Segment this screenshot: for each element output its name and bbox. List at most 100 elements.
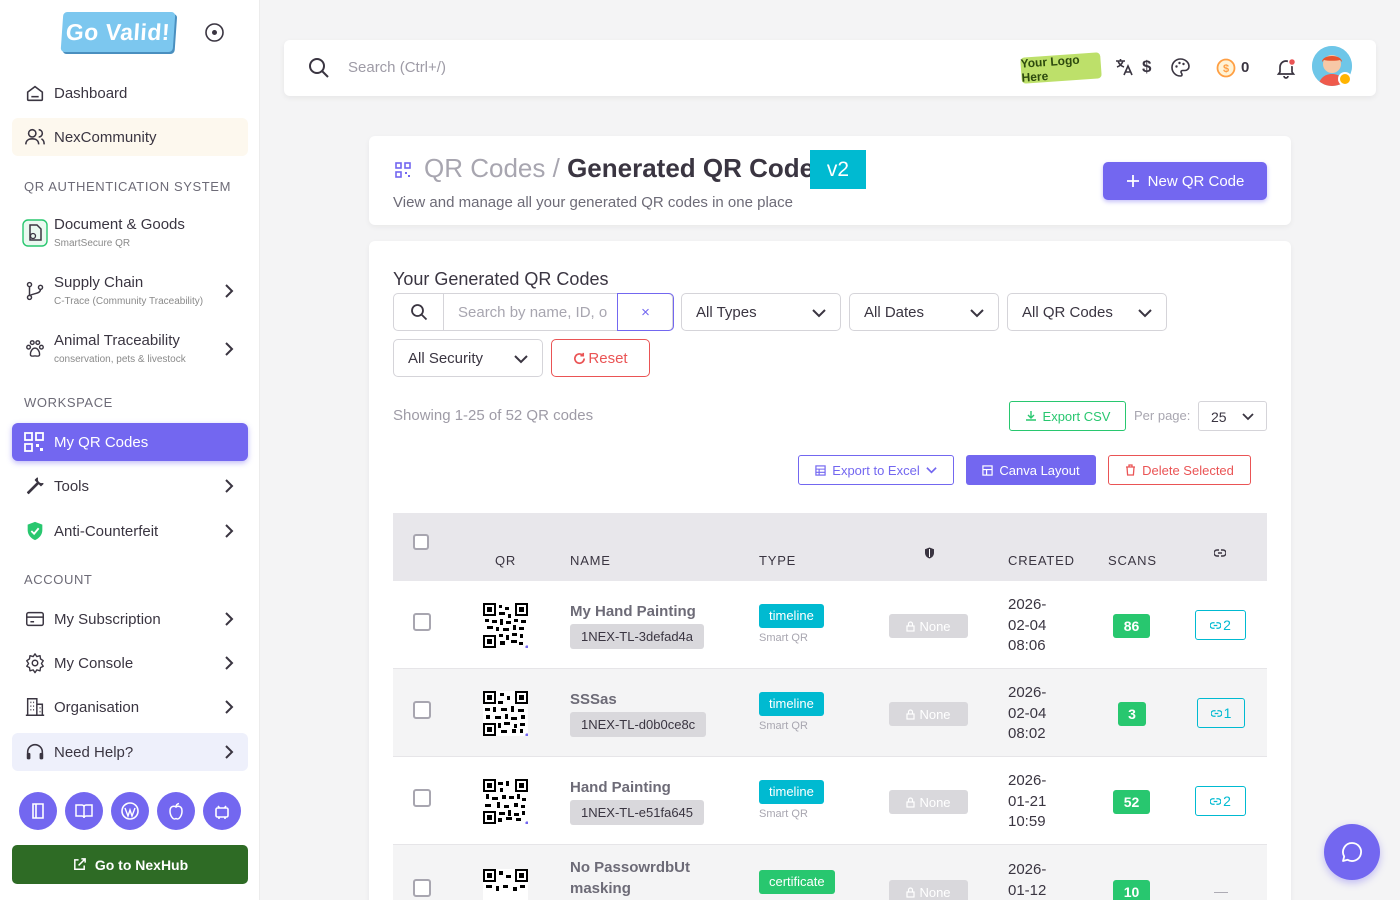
created-month-day: 01-21 [1008, 792, 1047, 810]
sidebar-item-anti-counterfeit[interactable]: Anti-Counterfeit [12, 512, 248, 550]
brand-logo[interactable]: Go Valid! [60, 12, 176, 52]
sidebar-item-nexcommunity[interactable]: NexCommunity [12, 118, 248, 156]
row-checkbox[interactable] [413, 789, 431, 807]
sidebar-item-dashboard[interactable]: Dashboard [12, 74, 248, 112]
scans-badge: 3 [1118, 702, 1146, 726]
column-header-name[interactable]: NAME [570, 553, 611, 568]
chat-bubble-icon [1342, 842, 1362, 862]
search-icon[interactable] [308, 57, 330, 79]
date-filter-value: All Dates [864, 304, 925, 321]
created-cell: 2026- 01-12 [1008, 860, 1046, 900]
open-book-icon[interactable] [65, 792, 103, 830]
currency-switcher[interactable]: $ [1142, 57, 1151, 77]
new-qr-code-button[interactable]: New QR Code [1103, 162, 1267, 200]
column-header-created[interactable]: CREATED [1008, 553, 1075, 568]
table-row[interactable]: No PassowrdbUt masking certificate None … [393, 845, 1267, 900]
table-row[interactable]: My Hand Painting 1NEX-TL-3defad4a timeli… [393, 581, 1267, 669]
qr-code-thumbnail[interactable] [483, 691, 528, 736]
column-header-qr[interactable]: QR [495, 553, 516, 568]
qr-code-thumbnail[interactable] [483, 779, 528, 824]
apple-icon[interactable] [157, 792, 195, 830]
security-label: None [919, 706, 951, 722]
type-subtitle: Smart QR [759, 808, 808, 820]
sidebar-item-need-help[interactable]: Need Help? [12, 733, 248, 771]
qr-filter-select[interactable]: All QR Codes [1007, 293, 1167, 331]
chevron-down-icon [514, 355, 528, 364]
row-checkbox[interactable] [413, 879, 431, 897]
qr-name-continued[interactable]: masking [570, 878, 631, 899]
book-icon[interactable] [19, 792, 57, 830]
chevron-right-icon [225, 479, 234, 493]
share-links-button[interactable]: 2 [1195, 786, 1246, 816]
canva-layout-label: Canva Layout [999, 462, 1080, 478]
sidebar-item-my-subscription[interactable]: My Subscription [12, 600, 248, 638]
chevron-right-icon [225, 612, 234, 626]
lock-icon [906, 886, 916, 898]
qr-name[interactable]: My Hand Painting [570, 601, 696, 622]
share-links-button[interactable]: 1 [1197, 698, 1245, 728]
users-icon [25, 128, 45, 145]
qr-code-thumbnail[interactable] [483, 869, 528, 900]
wordpress-icon[interactable] [111, 792, 149, 830]
sidebar-item-my-console[interactable]: My Console [12, 644, 248, 682]
sidebar-toggle-icon[interactable] [204, 22, 225, 43]
share-links-button[interactable]: 2 [1195, 610, 1246, 640]
palette-icon[interactable] [1170, 57, 1191, 78]
select-all-checkbox[interactable] [413, 534, 429, 550]
qr-name[interactable]: SSSas [570, 689, 617, 710]
qr-name[interactable]: Hand Painting [570, 777, 671, 798]
sidebar-item-tools[interactable]: Tools [12, 467, 248, 505]
results-count: Showing 1-25 of 52 QR codes [393, 407, 594, 424]
created-month-day: 01-12 [1008, 881, 1047, 899]
sidebar-item-document-goods[interactable]: Document & Goods SmartSecure QR [12, 212, 248, 254]
date-filter-select[interactable]: All Dates [849, 293, 999, 331]
row-checkbox[interactable] [413, 701, 431, 719]
delete-selected-button[interactable]: Delete Selected [1108, 455, 1251, 485]
search-icon [394, 294, 444, 330]
export-excel-button[interactable]: Export to Excel [798, 455, 954, 485]
chevron-down-icon [1138, 309, 1152, 318]
chat-button[interactable] [1324, 824, 1380, 880]
created-month-day: 02-04 [1008, 704, 1047, 722]
column-header-type[interactable]: TYPE [759, 553, 796, 568]
reset-filters-button[interactable]: Reset [551, 339, 650, 377]
chevron-down-icon [1242, 413, 1254, 421]
android-icon[interactable] [203, 792, 241, 830]
type-filter-select[interactable]: All Types [681, 293, 841, 331]
qr-name[interactable]: No PassowrdbUt [570, 857, 690, 878]
table-row[interactable]: Hand Painting 1NEX-TL-e51fa645 timeline … [393, 757, 1267, 845]
sidebar-item-animal-traceability[interactable]: Animal Traceability conservation, pets &… [12, 328, 248, 370]
clear-search-button[interactable]: × [617, 293, 674, 331]
row-checkbox[interactable] [413, 613, 431, 631]
export-csv-button[interactable]: Export CSV [1009, 401, 1126, 431]
type-badge: timeline [759, 780, 824, 804]
credit-card-icon [26, 611, 44, 627]
sidebar-item-organisation[interactable]: Organisation [12, 688, 248, 726]
coin-icon[interactable]: $ [1216, 58, 1236, 78]
table-row[interactable]: SSSas 1NEX-TL-d0b0ce8c timeline Smart QR… [393, 669, 1267, 757]
global-search-input[interactable]: Search (Ctrl+/) [348, 59, 446, 76]
share-count: — [1214, 883, 1228, 899]
go-to-nexhub-button[interactable]: Go to NexHub [12, 845, 248, 884]
created-year: 2026- [1008, 861, 1047, 878]
breadcrumb-parent[interactable]: QR Codes / [424, 153, 560, 183]
scans-badge: 10 [1113, 880, 1150, 900]
sidebar-item-label: My Console [54, 654, 134, 672]
created-year: 2026- [1008, 596, 1047, 613]
page-subtitle: View and manage all your generated QR co… [393, 194, 793, 211]
trash-icon [1126, 464, 1136, 476]
building-icon [25, 698, 45, 716]
chevron-right-icon [225, 284, 234, 298]
qr-search-input[interactable]: Search by name, ID, or URL [458, 304, 608, 321]
translate-icon[interactable] [1114, 57, 1134, 77]
bell-icon[interactable] [1275, 57, 1297, 79]
sidebar-item-my-qr-codes[interactable]: My QR Codes [12, 423, 248, 461]
sidebar-item-supply-chain[interactable]: Supply Chain C-Trace (Community Traceabi… [12, 270, 248, 312]
qr-code-thumbnail[interactable] [483, 603, 528, 648]
per-page-select[interactable]: 25 [1198, 401, 1267, 431]
sidebar-item-label: Anti-Counterfeit [54, 522, 159, 540]
canva-layout-button[interactable]: Canva Layout [966, 455, 1096, 485]
column-header-scans[interactable]: SCANS [1108, 553, 1157, 568]
type-filter-value: All Types [696, 304, 757, 321]
security-filter-select[interactable]: All Security [393, 339, 543, 377]
